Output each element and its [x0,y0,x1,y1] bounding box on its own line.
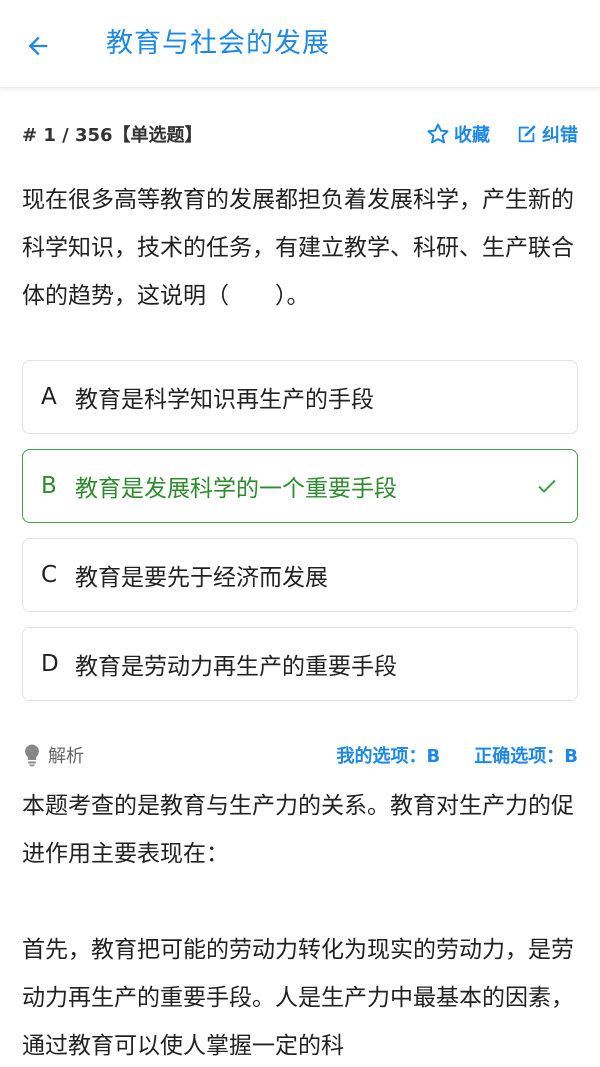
question-index: # 1 / 356【单选题】 [22,125,203,146]
star-outline-icon [427,123,449,144]
checkmark-icon [538,479,556,493]
question-actions: 收藏 纠错 [426,121,578,147]
analysis-paragraph: 本题考查的是教育与生产力的关系。教育对生产力的促进作用主要表现在： [22,793,574,867]
favorite-button[interactable]: 收藏 [426,121,490,147]
option-text: 教育是发展科学的一个重要手段 [75,476,397,502]
back-button[interactable] [14,22,62,70]
option-text: 教育是劳动力再生产的重要手段 [75,654,397,680]
analysis-header: 解析 我的选项：B 正确选项：B [22,738,578,772]
arrow-left-icon [28,36,48,56]
analysis-title: 解析 [48,746,84,767]
analysis-label: 解析 [22,742,84,768]
my-answer: 我的选项：B [336,746,441,767]
options-list: A 教育是科学知识再生产的手段 B 教育是发展科学的一个重要手段 C 教育是要先… [22,360,578,716]
question-text: 现在很多高等教育的发展都担负着发展科学，产生新的科学知识，技术的任务，有建立教学… [22,187,574,309]
option-d[interactable]: D 教育是劳动力再生产的重要手段 [22,627,578,701]
option-letter: A [41,384,57,410]
page-title: 教育与社会的发展 [106,28,330,59]
report-error-label: 纠错 [542,125,578,146]
option-text: 教育是科学知识再生产的手段 [75,387,374,413]
analysis-paragraph: 首先，教育把可能的劳动力转化为现实的劳动力，是劳动力再生产的重要手段。人是生产力… [22,937,574,1059]
app-bar: 教育与社会的发展 [0,0,600,88]
favorite-label: 收藏 [454,125,490,146]
option-letter: B [41,473,57,499]
option-letter: C [41,562,58,588]
lightbulb-icon [25,744,39,767]
report-error-button[interactable]: 纠错 [516,121,578,147]
correct-answer: 正确选项：B [474,746,578,767]
answer-summary: 我的选项：B 正确选项：B [337,742,578,768]
analysis-text: 本题考查的是教育与生产力的关系。教育对生产力的促进作用主要表现在： 首先，教育把… [22,782,582,1067]
question-meta-row: # 1 / 356【单选题】 收藏 纠错 [22,118,578,150]
option-c[interactable]: C 教育是要先于经济而发展 [22,538,578,612]
option-letter: D [41,651,59,677]
option-b[interactable]: B 教育是发展科学的一个重要手段 [22,449,578,523]
option-text: 教育是要先于经济而发展 [75,565,328,591]
option-a[interactable]: A 教育是科学知识再生产的手段 [22,360,578,434]
edit-icon [518,125,536,143]
